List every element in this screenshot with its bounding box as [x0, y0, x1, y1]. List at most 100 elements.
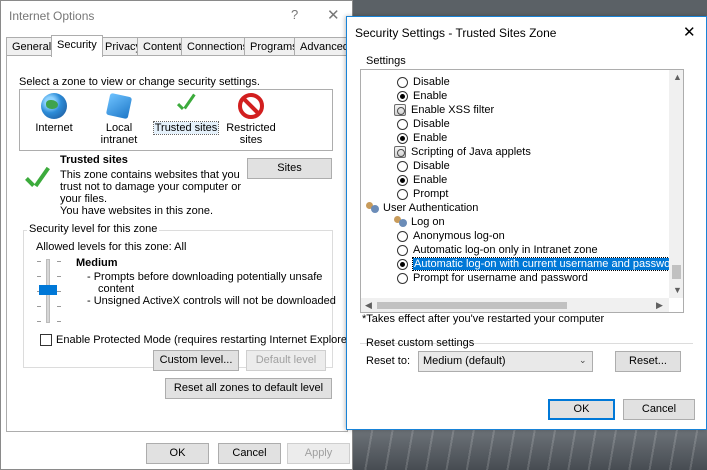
tree-category: User Authentication	[366, 201, 479, 215]
security-level-slider-thumb[interactable]	[39, 285, 57, 295]
close-button[interactable]: ✕	[327, 6, 340, 24]
radio-button[interactable]	[397, 175, 408, 186]
vertical-scrollbar[interactable]: ▲ ▼	[669, 70, 683, 298]
reset-to-dropdown[interactable]: Medium (default) ⌄	[418, 351, 593, 372]
level-description-line: - Prompts before downloading potentially…	[87, 271, 323, 283]
category-label: User Authentication	[383, 202, 479, 214]
option-label: Anonymous log-on	[413, 230, 505, 242]
option-label: Enable	[413, 174, 448, 186]
slider-tick	[57, 306, 61, 307]
scroll-up-icon[interactable]: ▲	[673, 72, 682, 82]
cancel-button[interactable]: Cancel	[218, 443, 281, 464]
setting-label: Enable XSS filter	[411, 104, 495, 116]
option-label: Disable	[413, 118, 450, 130]
option-label: Prompt	[413, 188, 449, 200]
slider-tick	[57, 321, 61, 322]
radio-button[interactable]	[397, 161, 408, 172]
zone-prompt: Select a zone to view or change security…	[19, 76, 260, 88]
tree-setting: Log on	[394, 215, 445, 229]
radio-button[interactable]	[397, 259, 408, 270]
radio-button[interactable]	[397, 91, 408, 102]
slider-tick	[57, 291, 61, 292]
globe-icon	[41, 93, 67, 119]
tree-option-selected[interactable]: Automatic log-on with current username a…	[397, 257, 682, 271]
scrollbar-thumb[interactable]	[672, 265, 681, 279]
reset-to-label: Reset to:	[366, 355, 411, 367]
tab-content[interactable]: Content	[137, 37, 188, 56]
intranet-icon	[105, 92, 133, 120]
radio-button[interactable]	[397, 245, 408, 256]
tree-option[interactable]: Disable	[397, 117, 450, 131]
security-level-name: Medium	[76, 257, 118, 269]
ok-button[interactable]: OK	[548, 399, 615, 420]
tab-strip: General Security Privacy Content Connect…	[6, 35, 355, 57]
apply-button[interactable]: Apply	[287, 443, 350, 464]
radio-button[interactable]	[397, 231, 408, 242]
tab-security[interactable]: Security	[51, 35, 103, 57]
scroll-down-icon[interactable]: ▼	[673, 285, 682, 295]
checkmark-icon	[23, 166, 51, 194]
zone-description-line: trust not to damage your computer or	[60, 181, 241, 193]
level-description-line: content	[98, 283, 135, 295]
zone-label: Local intranet	[100, 122, 138, 146]
tree-option[interactable]: Enable	[397, 173, 448, 187]
radio-button[interactable]	[397, 119, 408, 130]
option-label: Prompt for username and password	[413, 272, 588, 284]
horizontal-scrollbar[interactable]: ◀ ▶	[361, 298, 669, 312]
tree-option[interactable]: Anonymous log-on	[397, 229, 505, 243]
scroll-right-icon[interactable]: ▶	[656, 300, 663, 311]
slider-tick	[37, 276, 41, 277]
zone-restricted-sites[interactable]: Restricted sites	[219, 93, 283, 146]
group-label: Reset custom settings	[366, 337, 475, 349]
reset-all-zones-button[interactable]: Reset all zones to default level	[165, 378, 332, 399]
slider-tick	[57, 261, 61, 262]
setting-icon	[394, 146, 406, 158]
tree-option[interactable]: Prompt	[397, 187, 449, 201]
tab-general[interactable]: General	[6, 37, 58, 56]
radio-button[interactable]	[397, 273, 408, 284]
tree-option[interactable]: Disable	[397, 159, 450, 173]
tree-setting: Scripting of Java applets	[394, 145, 531, 159]
slider-tick	[37, 306, 41, 307]
scrollbar-thumb[interactable]	[377, 302, 567, 309]
reset-button[interactable]: Reset...	[615, 351, 681, 372]
default-level-button[interactable]: Default level	[246, 350, 326, 371]
setting-icon	[394, 104, 406, 116]
slider-tick	[37, 321, 41, 322]
zone-local-intranet[interactable]: Local intranet	[87, 92, 151, 146]
zone-description-line: your files.	[60, 193, 108, 205]
restricted-icon	[238, 93, 264, 119]
radio-button[interactable]	[397, 77, 408, 88]
help-button[interactable]: ?	[291, 7, 298, 22]
cancel-button[interactable]: Cancel	[623, 399, 695, 420]
tree-option[interactable]: Automatic log-on only in Intranet zone	[397, 243, 598, 257]
tree-setting: Enable XSS filter	[394, 103, 495, 117]
sites-button[interactable]: Sites	[247, 158, 332, 179]
ok-button[interactable]: OK	[146, 443, 209, 464]
scroll-left-icon[interactable]: ◀	[365, 300, 372, 311]
dropdown-value: Medium (default)	[423, 355, 506, 367]
option-label: Automatic log-on with current username a…	[412, 257, 682, 271]
title-bar: Internet Options ? ✕	[1, 1, 352, 31]
close-button[interactable]: ✕	[683, 23, 696, 41]
custom-level-button[interactable]: Custom level...	[153, 350, 239, 371]
zone-internet[interactable]: Internet	[22, 93, 86, 134]
zone-trusted-sites[interactable]: Trusted sites	[153, 93, 219, 135]
zone-heading: Trusted sites	[60, 154, 128, 166]
zone-label: Internet	[35, 122, 73, 134]
option-label: Enable	[413, 132, 448, 144]
title-bar: Security Settings - Trusted Sites Zone ✕	[347, 17, 706, 48]
desktop-background	[353, 430, 707, 470]
tree-option[interactable]: Disable	[397, 75, 450, 89]
slider-tick	[37, 261, 41, 262]
group-label: Security level for this zone	[27, 223, 160, 235]
protected-mode-checkbox[interactable]	[40, 334, 52, 346]
users-icon	[394, 216, 408, 228]
radio-button[interactable]	[397, 133, 408, 144]
zone-label: Restricted sites	[226, 122, 276, 146]
tree-option[interactable]: Enable	[397, 131, 448, 145]
tree-option[interactable]: Enable	[397, 89, 447, 103]
radio-button[interactable]	[397, 189, 408, 200]
tree-option[interactable]: Prompt for username and password	[397, 271, 588, 285]
window-title: Security Settings - Trusted Sites Zone	[355, 26, 557, 40]
